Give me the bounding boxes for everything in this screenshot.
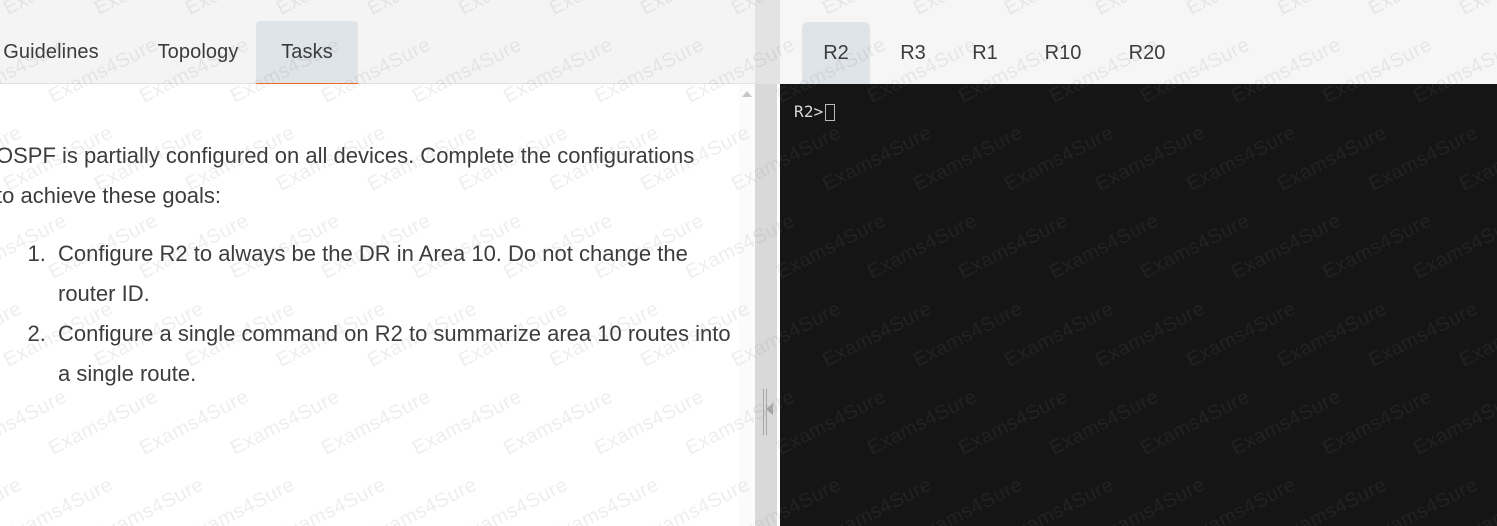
console-panel: R2 R3 R1 R10 R20 R2> bbox=[780, 0, 1497, 526]
tab-device-r1-label: R1 bbox=[972, 41, 998, 64]
task-list: Configure R2 to always be the DR in Area… bbox=[14, 234, 742, 394]
tab-tasks-label: Tasks bbox=[281, 40, 333, 63]
tab-guidelines-label: Guidelines bbox=[3, 40, 99, 63]
block-cursor-icon bbox=[824, 103, 835, 121]
tab-device-r3[interactable]: R3 bbox=[884, 22, 942, 84]
tab-device-r20-label: R20 bbox=[1128, 41, 1166, 64]
tab-device-r20[interactable]: R20 bbox=[1112, 22, 1182, 84]
instructions-tabbar: Guidelines Topology Tasks bbox=[0, 0, 755, 89]
tab-device-r2-label: R2 bbox=[823, 41, 849, 64]
tab-device-r10-label: R10 bbox=[1044, 41, 1082, 64]
task-intro-text: OSPF is partially configured on all devi… bbox=[0, 143, 695, 208]
splitter-top-fill bbox=[755, 0, 780, 84]
task-list-item: Configure R2 to always be the DR in Area… bbox=[52, 234, 742, 314]
tab-device-r2[interactable]: R2 bbox=[802, 22, 870, 89]
panel-splitter[interactable] bbox=[755, 0, 780, 526]
tab-topology-label: Topology bbox=[157, 40, 239, 63]
grip-line bbox=[763, 389, 764, 435]
terminal-prompt: R2> bbox=[794, 102, 824, 121]
tab-device-r1[interactable]: R1 bbox=[956, 22, 1014, 84]
tab-device-r10[interactable]: R10 bbox=[1028, 22, 1098, 84]
exam-simulator-window: Guidelines Topology Tasks OSPF is partia… bbox=[0, 0, 1497, 526]
tab-tasks[interactable]: Tasks bbox=[256, 21, 358, 89]
instructions-scrollbar[interactable] bbox=[739, 84, 755, 526]
tab-guidelines[interactable]: Guidelines bbox=[0, 21, 111, 83]
tab-topology[interactable]: Topology bbox=[140, 21, 256, 83]
instructions-content: OSPF is partially configured on all devi… bbox=[0, 84, 755, 526]
task-list-item: Configure a single command on R2 to summ… bbox=[52, 314, 742, 394]
drag-handle-icon[interactable] bbox=[760, 389, 774, 435]
instructions-panel: Guidelines Topology Tasks OSPF is partia… bbox=[0, 0, 755, 526]
triangle-up-icon[interactable] bbox=[742, 91, 752, 97]
device-tabbar: R2 R3 R1 R10 R20 bbox=[780, 0, 1497, 89]
tab-device-r3-label: R3 bbox=[900, 41, 926, 64]
terminal-line: R2> bbox=[794, 102, 1497, 122]
terminal-console[interactable]: R2> bbox=[780, 84, 1497, 526]
arrow-right-icon[interactable] bbox=[766, 403, 773, 415]
